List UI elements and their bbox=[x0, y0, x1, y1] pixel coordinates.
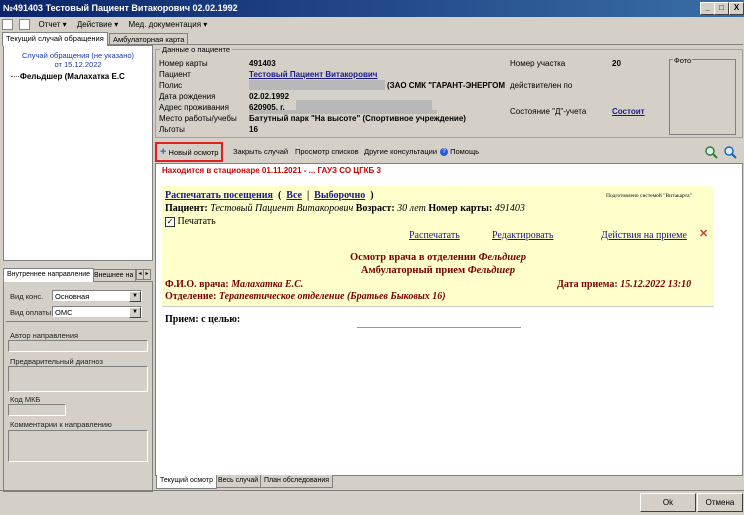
author-label: Автор направления bbox=[10, 331, 79, 340]
prelim-diagnosis-label: Предварительный диагноз bbox=[10, 357, 103, 366]
actions-link[interactable]: Действия на приеме bbox=[601, 230, 687, 241]
menu-bar: Отчет ▾ Действие ▾ Мед. документация ▾ bbox=[0, 17, 744, 32]
selective-link[interactable]: Выборочно bbox=[314, 190, 365, 201]
patient-group-label: Данные о пациенте bbox=[160, 45, 232, 54]
photo-label: Фото bbox=[673, 56, 693, 65]
photo-frame bbox=[669, 59, 736, 135]
purpose-underline bbox=[357, 327, 521, 328]
policy-valid-label: действителен по bbox=[510, 81, 573, 90]
chevron-down-icon[interactable]: ▼ bbox=[129, 291, 141, 302]
policy-label: Полис bbox=[159, 81, 183, 90]
vid-kons-label: Вид конс. bbox=[10, 292, 44, 301]
toolbar: + Новый осмотр Закрыть случай Просмотр с… bbox=[155, 142, 741, 162]
hospital-notice: Находится в стационаре 01.11.2021 - ... … bbox=[162, 166, 381, 175]
zoom-out-icon[interactable] bbox=[723, 142, 737, 162]
vid-oplaty-label: Вид оплаты bbox=[10, 308, 52, 317]
comment-field[interactable] bbox=[8, 430, 148, 462]
doctor-row: Ф.И.О. врача: Малахатка Е.С. bbox=[165, 279, 304, 290]
reception-purpose-label: Прием: с целью: bbox=[165, 314, 241, 325]
patient-label: Пациент bbox=[159, 70, 191, 79]
menu-report[interactable]: Отчет ▾ bbox=[34, 17, 70, 32]
menu-action[interactable]: Действие ▾ bbox=[73, 17, 122, 32]
policy-value: (ЗАО СМК "ГАРАНТ-ЭНЕРГОМЕД",г.Екатер bbox=[387, 81, 505, 90]
department-row: Отделение: Терапевтическое отделение (Бр… bbox=[165, 291, 446, 302]
save-icon[interactable] bbox=[2, 19, 13, 31]
print-checkbox-row[interactable]: ✓ Печатать bbox=[165, 216, 216, 227]
print-visits-link[interactable]: Распечатать посещения bbox=[165, 190, 273, 201]
benefits-label: Льготы bbox=[159, 125, 185, 134]
vid-kons-select[interactable]: Основная ▼ bbox=[52, 290, 142, 302]
all-link[interactable]: Все bbox=[286, 190, 302, 201]
divider bbox=[162, 306, 714, 307]
mkb-field[interactable] bbox=[8, 404, 66, 416]
prepared-by-note: Подготовлено системой "Витакарта" bbox=[606, 193, 692, 199]
work-redacted bbox=[249, 110, 437, 114]
card-value: 491403 bbox=[249, 59, 276, 68]
mkb-label: Код МКБ bbox=[10, 395, 41, 404]
other-consult-button[interactable]: Другие консультации bbox=[364, 142, 437, 162]
ok-button[interactable]: Ok bbox=[640, 493, 696, 512]
maximize-button[interactable]: □ bbox=[714, 2, 729, 15]
card-label: Номер карты bbox=[159, 59, 208, 68]
tab-current-case[interactable]: Текущий случай обращения bbox=[2, 32, 108, 46]
exam-title: Осмотр врача в отделении Фельдшер bbox=[350, 252, 526, 263]
benefits-value: 16 bbox=[249, 125, 258, 134]
birth-value: 02.02.1992 bbox=[249, 92, 290, 101]
author-field[interactable] bbox=[8, 340, 148, 352]
patient-summary: Пациент: Тестовый Пациент Витакорович Во… bbox=[165, 203, 525, 214]
new-exam-button[interactable]: + Новый осмотр bbox=[155, 142, 223, 162]
minimize-button[interactable]: _ bbox=[700, 2, 715, 15]
d-status-link[interactable]: Состоит bbox=[612, 107, 645, 116]
divider bbox=[6, 321, 148, 322]
divider bbox=[0, 490, 744, 491]
menu-med-docs[interactable]: Мед. документация ▾ bbox=[125, 17, 212, 32]
work-value: Батутный парк "На высоте" (Спортивное уч… bbox=[249, 114, 466, 123]
reception-date: Дата приема: 15.12.2022 13:10 bbox=[557, 279, 692, 290]
cancel-button[interactable]: Отмена bbox=[697, 493, 743, 512]
area-value: 20 bbox=[612, 59, 621, 68]
plus-icon: + bbox=[160, 146, 167, 158]
tab-whole-case[interactable]: Весь случай bbox=[214, 475, 263, 488]
patient-link[interactable]: Тестовый Пациент Витакорович bbox=[249, 70, 379, 79]
case-link-line2[interactable]: от 15.12.2022 bbox=[4, 60, 152, 69]
case-tree-panel: Случай обращения (не указано) от 15.12.2… bbox=[3, 45, 153, 261]
print-icon[interactable] bbox=[19, 19, 31, 31]
edit-link[interactable]: Редактировать bbox=[492, 230, 553, 241]
close-case-button[interactable]: Закрыть случай bbox=[233, 142, 288, 162]
area-label: Номер участка bbox=[510, 59, 566, 68]
policy-number-redacted bbox=[249, 80, 385, 90]
print-link[interactable]: Распечатать bbox=[409, 230, 460, 241]
prelim-diagnosis-field[interactable] bbox=[8, 366, 148, 392]
delete-icon[interactable]: ✕ bbox=[699, 227, 708, 240]
tab-exam-plan[interactable]: План обследования bbox=[260, 475, 334, 488]
d-status-label: Состояние "Д"-учета bbox=[510, 107, 587, 116]
close-button[interactable]: X bbox=[729, 2, 744, 15]
comment-label: Комментарии к направлению bbox=[10, 420, 112, 429]
birth-label: Дата рождения bbox=[159, 92, 216, 101]
print-visits-row: Распечатать посещения ( Все | Выборочно … bbox=[165, 190, 374, 201]
vid-oplaty-select[interactable]: ОМС ▼ bbox=[52, 306, 142, 318]
help-button[interactable]: ? Помощь bbox=[440, 142, 479, 162]
patient-data-group bbox=[155, 49, 743, 138]
window-title-bar: №491403 Тестовый Пациент Витакорович 02.… bbox=[0, 0, 744, 17]
tab-internal-referral[interactable]: Внутреннее направление bbox=[3, 268, 95, 282]
checkbox-checked-icon[interactable]: ✓ bbox=[165, 216, 175, 227]
tab-scroll-right-icon[interactable]: ▸ bbox=[143, 269, 151, 280]
work-label: Место работы/учебы bbox=[159, 114, 237, 123]
chevron-down-icon[interactable]: ▼ bbox=[129, 307, 141, 318]
tab-current-exam[interactable]: Текущий осмотр bbox=[156, 475, 217, 489]
amb-title: Амбулаторный прием Фельдшер bbox=[360, 265, 516, 276]
address-label: Адрес проживания bbox=[159, 103, 229, 112]
tree-item-feldsher[interactable]: Фельдшер (Малахатка Е.С bbox=[20, 72, 125, 81]
zoom-in-icon[interactable] bbox=[704, 142, 718, 162]
case-link-line1[interactable]: Случай обращения (не указано) bbox=[4, 51, 152, 60]
window-title: №491403 Тестовый Пациент Витакорович 02.… bbox=[3, 3, 238, 13]
help-icon: ? bbox=[440, 148, 448, 157]
view-lists-button[interactable]: Просмотр списков bbox=[295, 142, 359, 162]
